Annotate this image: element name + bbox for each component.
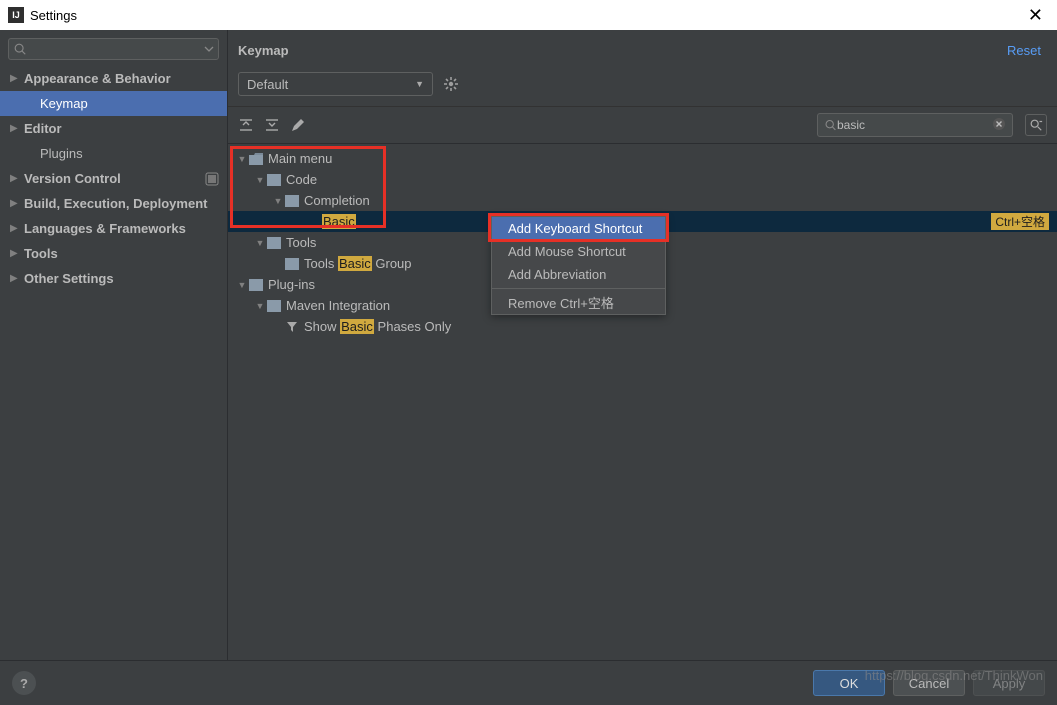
folder-icon <box>285 195 299 207</box>
folder-icon <box>267 300 281 312</box>
dialog-footer: ? OK Cancel Apply <box>0 660 1057 705</box>
chevron-down-icon <box>204 44 214 54</box>
cancel-button[interactable]: Cancel <box>893 670 965 696</box>
window-title: Settings <box>30 8 77 23</box>
folder-icon <box>267 174 281 186</box>
close-icon[interactable]: ✕ <box>1022 5 1049 26</box>
tree-node-code[interactable]: ▼Code <box>228 169 1057 190</box>
search-icon <box>13 42 27 56</box>
tree-node-completion[interactable]: ▼Completion <box>228 190 1057 211</box>
app-icon: IJ <box>8 7 24 23</box>
context-menu: Add Keyboard Shortcut Add Mouse Shortcut… <box>491 216 666 315</box>
ctx-add-mouse[interactable]: Add Mouse Shortcut <box>492 240 665 263</box>
find-by-shortcut-button[interactable] <box>1025 114 1047 136</box>
tree-node-show-basic-phases[interactable]: Show Basic Phases Only <box>228 316 1057 337</box>
settings-sidebar: ▶Appearance & Behavior Keymap ▶Editor Pl… <box>0 30 228 660</box>
ok-button[interactable]: OK <box>813 670 885 696</box>
ctx-separator <box>492 288 665 289</box>
category-list: ▶Appearance & Behavior Keymap ▶Editor Pl… <box>0 66 227 660</box>
sidebar-item-editor[interactable]: ▶Editor <box>0 116 227 141</box>
sidebar-search-input[interactable] <box>31 42 200 56</box>
ctx-remove[interactable]: Remove Ctrl+空格 <box>492 291 665 314</box>
help-button[interactable]: ? <box>12 671 36 695</box>
project-icon <box>205 172 219 186</box>
keymap-scheme-combo[interactable]: Default ▼ <box>238 72 433 96</box>
folder-icon <box>249 153 263 165</box>
search-icon <box>824 118 837 132</box>
apply-button[interactable]: Apply <box>973 670 1045 696</box>
sidebar-item-appearance[interactable]: ▶Appearance & Behavior <box>0 66 227 91</box>
edit-icon[interactable] <box>290 117 306 133</box>
expand-all-icon[interactable] <box>238 117 254 133</box>
window-titlebar: IJ Settings ✕ <box>0 0 1057 30</box>
folder-icon <box>249 279 263 291</box>
sidebar-item-vcs[interactable]: ▶Version Control <box>0 166 227 191</box>
sidebar-item-tools[interactable]: ▶Tools <box>0 241 227 266</box>
clear-search-icon[interactable] <box>992 117 1006 134</box>
gear-icon[interactable] <box>443 76 459 92</box>
keymap-scheme-value: Default <box>247 77 288 92</box>
ctx-add-abbr[interactable]: Add Abbreviation <box>492 263 665 286</box>
action-search-input[interactable] <box>837 118 992 132</box>
sidebar-search[interactable] <box>8 38 219 60</box>
reset-link[interactable]: Reset <box>1007 43 1041 58</box>
collapse-all-icon[interactable] <box>264 117 280 133</box>
settings-right-panel: Keymap Reset Default ▼ <box>228 30 1057 660</box>
filter-icon <box>286 321 298 333</box>
sidebar-item-keymap[interactable]: Keymap <box>0 91 227 116</box>
chevron-down-icon: ▼ <box>415 79 424 89</box>
ctx-add-keyboard[interactable]: Add Keyboard Shortcut <box>492 217 665 240</box>
sidebar-item-build[interactable]: ▶Build, Execution, Deployment <box>0 191 227 216</box>
sidebar-item-other[interactable]: ▶Other Settings <box>0 266 227 291</box>
folder-icon <box>267 237 281 249</box>
action-search[interactable] <box>817 113 1013 137</box>
sidebar-item-languages[interactable]: ▶Languages & Frameworks <box>0 216 227 241</box>
sidebar-item-plugins[interactable]: Plugins <box>0 141 227 166</box>
shortcut-badge: Ctrl+空格 <box>991 213 1049 230</box>
folder-icon <box>285 258 299 270</box>
panel-title: Keymap <box>238 43 289 58</box>
tree-node-main-menu[interactable]: ▼Main menu <box>228 148 1057 169</box>
